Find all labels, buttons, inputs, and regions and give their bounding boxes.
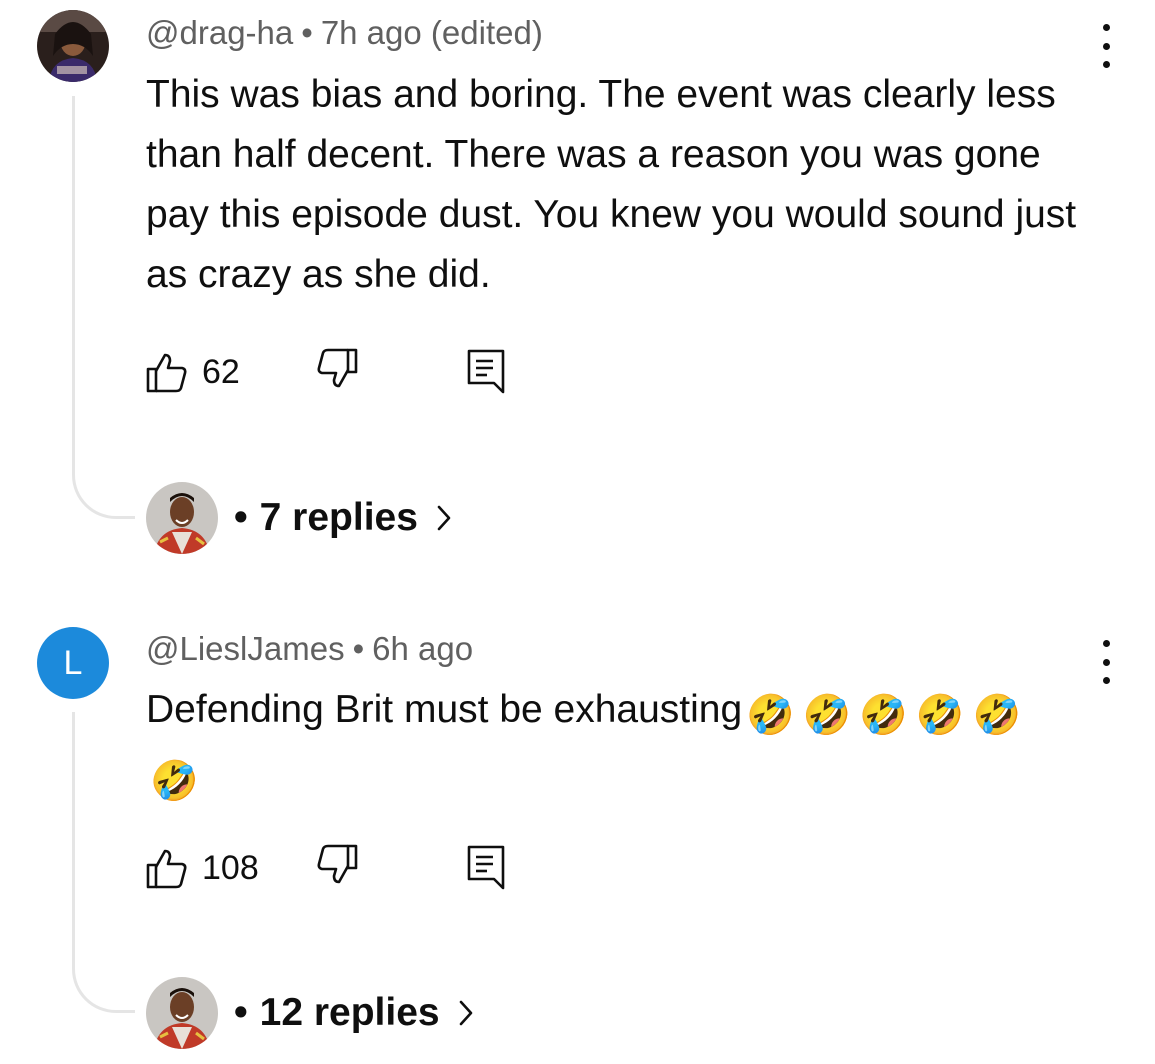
comment-2: L @LieslJames • 6h ago Defending Brit must… [0,0,1155,1064]
rofl-emoji: 🤣 [915,694,965,737]
meta-separator: • [352,630,365,667]
chevron-right-icon [458,999,474,1027]
rofl-emoji: 🤣 [746,694,795,737]
reply-avatar [146,977,218,1049]
view-replies-link[interactable]: • 12 replies [234,991,474,1035]
reply-button[interactable] [466,844,508,895]
dislike-button[interactable] [316,844,358,891]
like-count: 108 [202,848,259,887]
rofl-emoji: 🤣 [150,760,199,803]
comment-text: Defending Brit must be exhausting 🤣 🤣 🤣 🤣 🤣🤣 [146,680,1076,812]
comment-meta: @LieslJames • 6h ago [146,630,473,668]
thread-line [72,712,135,1013]
comment-text-content: Defending Brit must be exhausting [146,688,743,731]
commenter-avatar[interactable]: L [37,627,109,699]
rofl-emoji: 🤣 [972,694,1021,737]
more-vertical-icon[interactable] [1088,636,1124,688]
comment-time: 6h ago [372,630,474,667]
thumbs-up-icon [146,849,187,889]
comment-author[interactable]: @LieslJames [146,630,345,667]
thumbs-down-icon [317,844,358,884]
replies-row[interactable]: • 12 replies [146,977,474,1049]
reply-comment-icon [467,845,505,890]
replies-count: 12 replies [259,991,440,1034]
like-button[interactable]: 108 [146,847,259,889]
comment-actions: 108 [146,844,546,892]
rofl-emoji: 🤣 [859,694,908,737]
avatar-letter: L [63,643,83,682]
rofl-emoji: 🤣 [802,694,852,737]
replies-bullet: • [234,991,248,1034]
